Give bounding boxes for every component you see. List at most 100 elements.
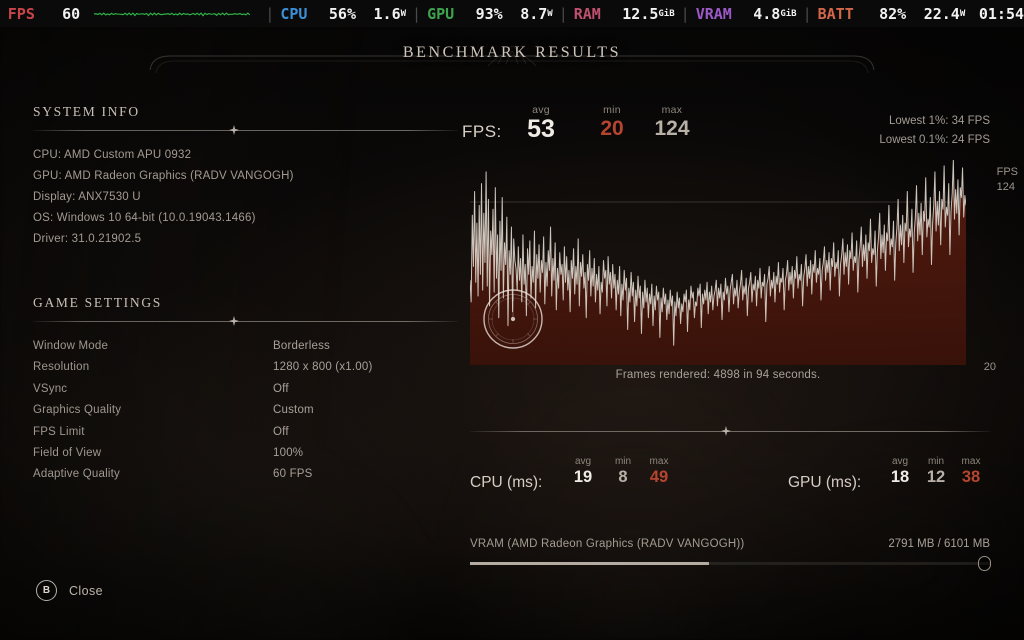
fps-summary-label: FPS: — [462, 122, 502, 141]
gpu-ms-label: GPU (ms): — [788, 474, 862, 491]
hud-separator: | — [802, 4, 812, 23]
fps-max-stat: max 124 — [640, 104, 704, 142]
hud-separator: | — [265, 4, 275, 23]
hud-label-ram: RAM — [573, 4, 601, 23]
graph-axis-max: FPS 124 — [997, 165, 1018, 195]
fps-avg-stat: avg 53 — [510, 104, 572, 142]
hud-value-ram: 12.5 — [622, 4, 659, 23]
cpu-ms-label: CPU (ms): — [470, 474, 543, 491]
cpu-ms-avg-caption: avg — [574, 456, 592, 467]
cpu-ms-max-stat: max 49 — [642, 456, 676, 487]
game-settings-list: Window Mode Borderless Resolution 1280 x 80… — [33, 336, 458, 486]
vram-progress-track — [470, 556, 991, 571]
hud-value-fps: 60 — [62, 4, 81, 23]
section-divider — [470, 426, 990, 436]
setting-key: Graphics Quality — [33, 404, 122, 417]
title-ornament-frame — [149, 45, 875, 74]
setting-value: 60 FPS — [273, 468, 313, 481]
system-info-line: GPU: AMD Radeon Graphics (RADV VANGOGH) — [33, 170, 294, 182]
vram-progress-knob — [978, 556, 991, 571]
cpu-ms-max-caption: max — [649, 456, 669, 467]
hud-value-gpu: 93% — [475, 4, 503, 23]
cpu-ms-min-caption: min — [614, 456, 632, 467]
fps-max-caption: max — [661, 104, 683, 116]
fps-graph-plot — [470, 160, 966, 365]
gpu-ms-avg-value: 18 — [890, 468, 910, 486]
lowest-01-percent: Lowest 0.1%: 24 FPS — [879, 134, 990, 146]
setting-value: Custom — [273, 404, 314, 417]
setting-value: 1280 x 800 (x1.00) — [273, 361, 373, 374]
diamond-ornament-icon — [229, 316, 239, 326]
gamepad-b-button-icon: B — [36, 580, 57, 601]
hud-separator: | — [680, 4, 690, 23]
system-info-line: OS: Windows 10 64-bit (10.0.19043.1466) — [33, 212, 256, 224]
graph-axis-max-value: 124 — [996, 181, 1015, 193]
hud-power-unit-batt: W — [959, 8, 966, 19]
hud-label-cpu: CPU — [280, 4, 308, 23]
hud-value-cpu: 56% — [328, 4, 356, 23]
fps-min-stat: min 20 — [585, 104, 639, 142]
lowest-percentiles: Lowest 1%: 34 FPS Lowest 0.1%: 24 FPS — [879, 112, 990, 150]
gpu-ms-avg-stat: avg 18 — [883, 456, 917, 487]
gpu-ms-min-caption: min — [927, 456, 945, 467]
setting-key: Adaptive Quality — [33, 468, 120, 481]
setting-key: Field of View — [33, 447, 102, 460]
hud-power-unit-gpu: W — [547, 8, 553, 19]
hud-label-batt: BATT — [817, 4, 854, 23]
setting-key: Window Mode — [33, 340, 109, 352]
hud-power-gpu: 8.7 — [520, 4, 548, 23]
system-info-line: CPU: AMD Custom APU 0932 — [33, 149, 192, 161]
setting-row: Window Mode Borderless — [33, 336, 458, 357]
system-info-section: SYSTEM INFO CPU: AMD Custom APU 0932 GPU:… — [33, 104, 458, 250]
hud-battery-time: 01:54 — [978, 4, 1024, 23]
gpu-ms-max-caption: max — [961, 456, 981, 467]
hud-unit-vram: GiB — [780, 8, 797, 19]
game-settings-heading: GAME SETTINGS — [33, 295, 162, 310]
hud-value-vram: 4.8 — [753, 4, 781, 23]
close-button-label: Close — [69, 583, 103, 598]
hud-label-vram: VRAM — [695, 4, 732, 23]
cpu-ms-max-value: 49 — [649, 468, 669, 486]
hud-fps-sparkline — [93, 11, 250, 17]
cpu-frametime-stats: CPU (ms): avg 19 min 8 max 49 — [470, 452, 680, 500]
vram-label: VRAM (AMD Radeon Graphics (RADV VANGOGH)… — [470, 538, 745, 550]
system-info-divider — [33, 125, 458, 135]
fps-min-caption: min — [603, 104, 621, 116]
gpu-frametime-stats: GPU (ms): avg 18 min 12 max 38 — [788, 452, 988, 500]
hud-separator: | — [558, 4, 568, 23]
game-settings-divider — [33, 316, 458, 326]
gpu-ms-min-value: 12 — [926, 468, 946, 486]
graph-axis-min-value: 20 — [983, 361, 996, 373]
benchmark-results-screen: FPS 60 | CPU 56% 1.6 W | GPU 93% 8.7 W | RAM 12.5 GiB | V… — [0, 0, 1024, 640]
hud-power-cpu: 1.6 — [373, 4, 401, 23]
setting-key: FPS Limit — [33, 425, 85, 438]
fps-avg-value: 53 — [527, 115, 555, 143]
hud-label-fps: FPS — [7, 4, 35, 23]
fps-min-value: 20 — [600, 117, 624, 140]
setting-value: Off — [273, 425, 289, 438]
setting-row: Adaptive Quality 60 FPS — [33, 464, 458, 485]
setting-row: Resolution 1280 x 800 (x1.00) — [33, 357, 458, 378]
cpu-ms-avg-stat: avg 19 — [566, 456, 600, 487]
fps-max-value: 124 — [654, 117, 690, 140]
setting-value: Off — [273, 382, 289, 395]
hud-value-batt: 82% — [879, 4, 907, 23]
hud-power-batt: 22.4 — [923, 4, 960, 23]
hud-label-gpu: GPU — [427, 4, 455, 23]
title-bar: BENCHMARK RESULTS — [0, 32, 1024, 74]
frames-rendered-caption: Frames rendered: 4898 in 94 seconds. — [615, 369, 821, 381]
setting-row: VSync Off — [33, 379, 458, 400]
setting-row: Graphics Quality Custom — [33, 400, 458, 421]
setting-row: Field of View 100% — [33, 443, 458, 464]
gpu-ms-min-stat: min 12 — [919, 456, 953, 487]
gpu-ms-max-value: 38 — [961, 468, 981, 486]
game-settings-section: GAME SETTINGS Window Mode Borderless Resol… — [33, 295, 458, 486]
performance-overlay-hud: FPS 60 | CPU 56% 1.6 W | GPU 93% 8.7 W | RAM 12.5 GiB | V… — [0, 0, 1024, 27]
fps-summary-section: FPS: avg 53 min 20 max 124 Lowest 1%: 34… — [462, 100, 990, 156]
cpu-ms-min-value: 8 — [618, 468, 628, 486]
vram-usage-section: VRAM (AMD Radeon Graphics (RADV VANGOGH)… — [470, 538, 991, 571]
setting-value: 100% — [273, 447, 304, 460]
close-button[interactable]: B Close — [36, 580, 103, 601]
setting-row: FPS Limit Off — [33, 422, 458, 443]
system-info-line: Driver: 31.0.21902.5 — [33, 233, 142, 245]
